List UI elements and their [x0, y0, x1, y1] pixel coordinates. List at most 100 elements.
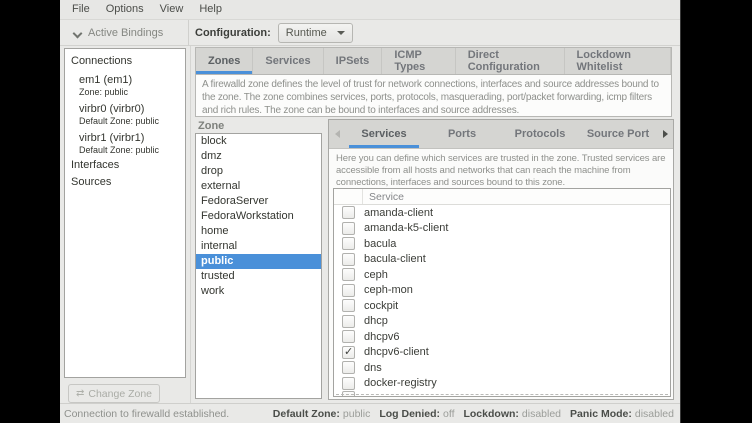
chevron-down-icon — [73, 29, 81, 37]
service-row[interactable]: ceph-mon — [334, 283, 670, 299]
service-checkbox[interactable] — [342, 315, 355, 328]
service-checkbox[interactable] — [342, 361, 355, 374]
configuration-area: Configuration: Runtime — [189, 23, 353, 43]
service-checkbox[interactable] — [342, 206, 355, 219]
service-checkbox[interactable] — [342, 346, 355, 359]
change-zone-button[interactable]: ⇄ Change Zone — [68, 384, 160, 403]
service-checkbox[interactable] — [342, 253, 355, 266]
bindings-tree-item[interactable]: Connections — [65, 53, 185, 70]
status-field-label: Log Denied: — [379, 408, 440, 420]
zones-description-text: A firewalld zone defines the level of tr… — [202, 78, 665, 117]
service-row[interactable]: amanda-client — [334, 205, 670, 221]
bindings-tree: Connections em1 (em1) Zone: public virbr… — [64, 48, 186, 378]
zone-detail-tab[interactable]: Services — [345, 120, 423, 148]
bindings-tree-item[interactable]: em1 (em1) Zone: public — [65, 72, 185, 99]
service-table: Service amanda-client amanda-k5-client b… — [333, 188, 671, 397]
zone-list-item[interactable]: external — [196, 179, 321, 194]
menu-item[interactable]: Options — [98, 0, 152, 19]
menu-item[interactable]: File — [64, 0, 98, 19]
zone-list-item[interactable]: FedoraServer — [196, 194, 321, 209]
status-field: Log Denied: off — [379, 408, 454, 420]
zone-list-item[interactable]: public — [196, 254, 321, 269]
service-row[interactable]: dhcpv6-client — [334, 345, 670, 361]
service-row[interactable]: cockpit — [334, 298, 670, 314]
service-name: dns — [355, 362, 382, 374]
sidebar-divider — [190, 46, 191, 403]
triangle-right-icon — [663, 130, 668, 138]
bindings-tree-item-label: virbr1 (virbr1) — [79, 132, 181, 145]
service-row[interactable]: ceph — [334, 267, 670, 283]
configuration-dropdown[interactable]: Runtime — [278, 23, 353, 43]
main-tab[interactable]: IPSets — [324, 48, 383, 74]
tab-scroll-left-button[interactable] — [329, 120, 345, 148]
service-row-partial[interactable] — [334, 391, 670, 397]
service-checkbox[interactable] — [342, 330, 355, 343]
zone-list-item[interactable]: trusted — [196, 269, 321, 284]
change-zone-label: Change Zone — [88, 388, 152, 400]
configuration-dropdown-value: Runtime — [286, 27, 327, 39]
service-checkbox[interactable] — [342, 284, 355, 297]
status-field-value: off — [443, 408, 454, 420]
service-row[interactable]: dns — [334, 360, 670, 376]
service-row[interactable]: dhcp — [334, 314, 670, 330]
zone-detail-tab[interactable]: Source Port — [579, 120, 657, 148]
zone-list-item[interactable]: work — [196, 284, 321, 299]
main-tab[interactable]: Zones — [196, 48, 253, 74]
zone-detail-panel: ServicesPortsProtocolsSource Port Here y… — [328, 119, 674, 400]
bindings-tree-item-label: virbr0 (virbr0) — [79, 103, 181, 116]
bindings-tree-item-zone: Zone: public — [79, 87, 181, 97]
bindings-tree-item[interactable]: virbr0 (virbr0) Default Zone: public — [65, 101, 185, 128]
service-checkbox[interactable] — [342, 268, 355, 281]
zone-detail-tabs: ServicesPortsProtocolsSource Port — [345, 120, 657, 148]
zone-list-item[interactable]: FedoraWorkstation — [196, 209, 321, 224]
bindings-tree-item-label: Interfaces — [71, 159, 181, 172]
service-row[interactable]: amanda-k5-client — [334, 221, 670, 237]
bindings-tree-item[interactable]: Sources — [65, 174, 185, 191]
service-name: docker-registry — [355, 377, 437, 389]
status-field-value: disabled — [522, 408, 561, 420]
main-tab[interactable]: ICMP Types — [382, 48, 455, 74]
service-row[interactable]: bacula-client — [334, 252, 670, 268]
main-tab[interactable]: Direct Configuration — [456, 48, 565, 74]
menu-item[interactable]: View — [152, 0, 192, 19]
bindings-tree-item-label: Connections — [71, 55, 181, 68]
zone-detail-tab-bar: ServicesPortsProtocolsSource Port — [329, 120, 673, 149]
service-column-header-label: Service — [363, 191, 404, 203]
menu-bar: FileOptionsViewHelp — [60, 0, 680, 20]
zone-list-item[interactable]: home — [196, 224, 321, 239]
service-checkbox[interactable] — [342, 299, 355, 312]
service-name: dhcp — [355, 315, 388, 327]
zone-list-item[interactable]: internal — [196, 239, 321, 254]
tab-scroll-right-button[interactable] — [657, 120, 673, 148]
bindings-tree-item[interactable]: virbr1 (virbr1) Default Zone: public — [65, 130, 185, 157]
main-tab[interactable]: Services — [253, 48, 323, 74]
service-row[interactable]: docker-registry — [334, 376, 670, 392]
toolbar: Active Bindings Configuration: Runtime — [60, 20, 680, 46]
zone-list-item[interactable]: dmz — [196, 149, 321, 164]
menu-item[interactable]: Help — [191, 0, 230, 19]
service-checkbox[interactable] — [342, 237, 355, 250]
service-rows: amanda-client amanda-k5-client bacula ba… — [334, 205, 670, 391]
main-tab[interactable]: Lockdown Whitelist — [565, 48, 671, 74]
status-field-value: public — [343, 408, 370, 420]
firewall-config-window: FileOptionsViewHelp Active Bindings Conf… — [60, 0, 681, 423]
zone-detail-tab[interactable]: Protocols — [501, 120, 579, 148]
service-row[interactable]: bacula — [334, 236, 670, 252]
bindings-tree-item[interactable]: Interfaces — [65, 157, 185, 174]
zone-list-item[interactable]: drop — [196, 164, 321, 179]
change-zone-icon: ⇄ — [76, 389, 84, 399]
service-name: cockpit — [355, 300, 398, 312]
zone-detail-tab[interactable]: Ports — [423, 120, 501, 148]
zone-list-item[interactable]: block — [196, 134, 321, 149]
service-checkbox[interactable] — [342, 391, 355, 397]
service-name: amanda-client — [355, 207, 433, 219]
zone-column-label: Zone — [198, 120, 224, 132]
service-row[interactable]: dhcpv6 — [334, 329, 670, 345]
configuration-label: Configuration: — [195, 27, 271, 39]
service-checkbox[interactable] — [342, 377, 355, 390]
service-name: dhcpv6 — [355, 331, 399, 343]
service-checkbox[interactable] — [342, 222, 355, 235]
service-name: bacula — [355, 238, 396, 250]
zone-list: blockdmzdropexternalFedoraServerFedoraWo… — [195, 133, 322, 399]
active-bindings-toggle[interactable]: Active Bindings — [60, 27, 188, 39]
